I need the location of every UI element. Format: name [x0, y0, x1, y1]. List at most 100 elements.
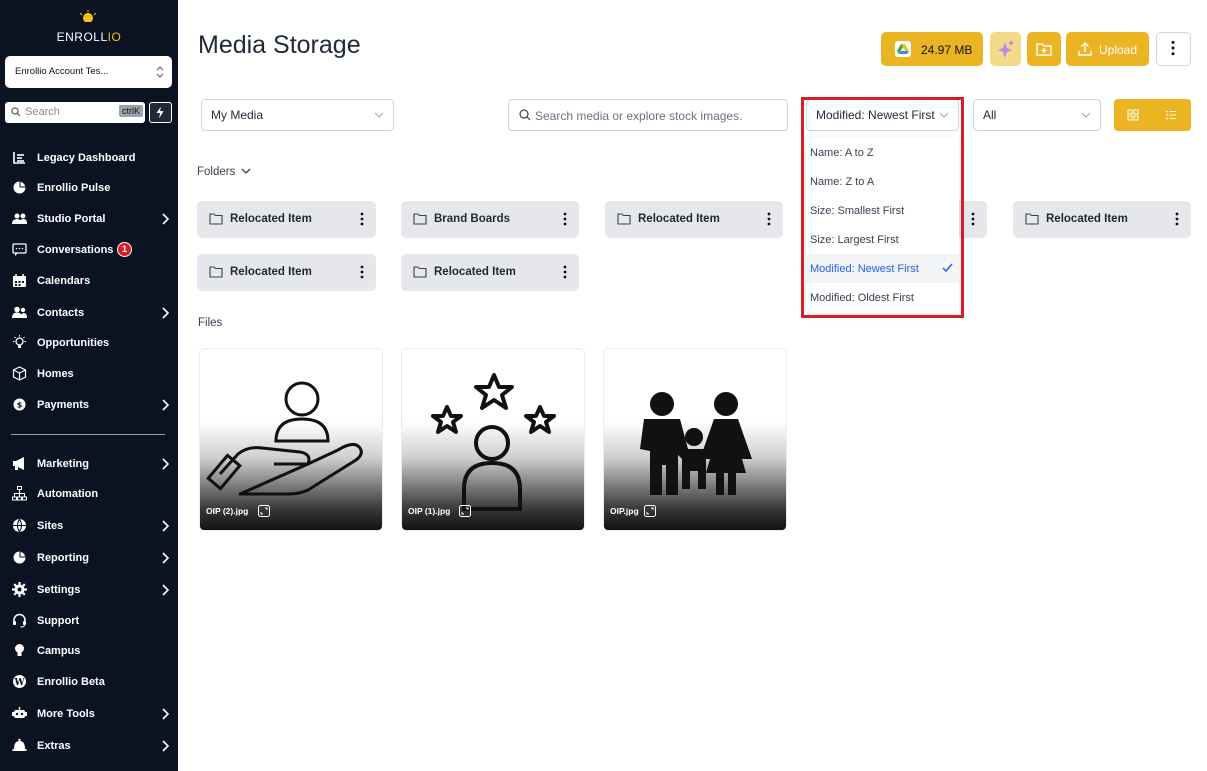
folder-icon	[413, 213, 427, 225]
folder-name: Relocated Item	[434, 266, 516, 278]
chevron-down-icon	[241, 168, 251, 174]
sidebar-item-opportunities[interactable]: Opportunities	[0, 331, 178, 355]
sidebar-item-label: Conversations	[37, 244, 114, 256]
sidebar-item-support[interactable]: Support	[0, 609, 178, 633]
chevron-right-icon	[162, 552, 170, 564]
folder-icon	[413, 266, 427, 278]
hand-person-icon	[206, 381, 363, 496]
pie-chart-icon	[13, 181, 26, 194]
quick-action-button[interactable]	[149, 102, 172, 123]
chevron-right-icon	[162, 708, 170, 720]
folder-card[interactable]: Relocated Item	[197, 201, 376, 238]
kebab-icon[interactable]	[1175, 212, 1179, 226]
media-source-value: My Media	[211, 108, 264, 122]
folder-plus-icon	[1036, 43, 1052, 56]
page-title: Media Storage	[198, 31, 361, 59]
sidebar-search[interactable]: Search ctrlK	[5, 102, 145, 123]
folder-card[interactable]: Relocated Item	[197, 254, 376, 291]
new-folder-button[interactable]	[1027, 32, 1061, 66]
file-name: OIP.jpg	[610, 506, 639, 516]
sidebar-item-enrollio-pulse[interactable]: Enrollio Pulse	[0, 176, 178, 200]
sidebar-item-sites[interactable]: Sites	[0, 514, 178, 538]
ai-sparkle-button[interactable]	[990, 32, 1021, 66]
sidebar-item-label: Campus	[37, 645, 81, 657]
sidebar-item-label: Extras	[37, 740, 71, 752]
kebab-icon[interactable]	[563, 265, 567, 279]
sidebar-item-campus[interactable]: Campus	[0, 639, 178, 663]
chevron-right-icon	[162, 458, 170, 470]
folder-card[interactable]: Relocated Item	[401, 254, 579, 291]
sidebar-item-reporting[interactable]: Reporting	[0, 546, 178, 570]
more-options-button[interactable]	[1156, 32, 1191, 66]
sidebar-item-studio-portal[interactable]: Studio Portal	[0, 207, 178, 231]
search-icon	[11, 107, 21, 117]
storage-button[interactable]: 24.97 MB	[881, 32, 983, 66]
megaphone-icon	[13, 457, 24, 470]
file-card[interactable]: OIP (2).jpg	[199, 348, 383, 531]
folder-card[interactable]: Relocated Item	[1013, 201, 1191, 238]
chevron-right-icon	[162, 520, 170, 532]
list-view-icon[interactable]	[1165, 109, 1177, 121]
sidebar-item-contacts[interactable]: Contacts	[0, 301, 178, 325]
sidebar-item-more-tools[interactable]: More Tools	[0, 702, 178, 726]
expand-icon[interactable]	[258, 505, 270, 517]
type-filter-value: All	[983, 108, 997, 122]
sidebar-item-label: Marketing	[37, 458, 89, 470]
kebab-icon[interactable]	[971, 212, 975, 226]
bell-icon	[12, 738, 27, 751]
family-icon	[640, 392, 752, 495]
kebab-icon[interactable]	[360, 265, 364, 279]
sidebar-item-label: Automation	[37, 488, 99, 500]
expand-icon[interactable]	[644, 505, 656, 517]
folder-card[interactable]: Relocated Item	[605, 201, 783, 238]
folders-label: Folders	[197, 166, 236, 178]
folder-icon	[1025, 213, 1039, 225]
chevron-right-icon	[162, 307, 170, 319]
kebab-icon[interactable]	[767, 212, 771, 226]
kebab-icon[interactable]	[563, 212, 567, 226]
sidebar-item-automation[interactable]: Automation	[0, 482, 178, 506]
highlight-box	[801, 97, 964, 318]
lightning-icon	[156, 106, 164, 119]
sidebar-item-marketing[interactable]: Marketing	[0, 452, 178, 476]
sidebar-item-label: Homes	[37, 368, 74, 380]
file-card[interactable]: OIP (1).jpg	[401, 348, 585, 531]
sidebar-item-enrollio-beta[interactable]: W Enrollio Beta	[0, 670, 178, 694]
logo[interactable]: ENROLLIO	[0, 10, 178, 46]
sidebar-item-extras[interactable]: Extras	[0, 734, 178, 758]
media-source-select[interactable]: My Media	[201, 99, 394, 131]
folder-name: Relocated Item	[638, 213, 720, 225]
google-drive-icon	[895, 41, 911, 57]
type-filter-select[interactable]: All	[973, 99, 1101, 131]
sidebar-item-legacy-dashboard[interactable]: Legacy Dashboard	[0, 146, 178, 170]
sidebar-item-label: Reporting	[37, 552, 89, 564]
folder-name: Relocated Item	[1046, 213, 1128, 225]
grid-view-icon[interactable]	[1127, 109, 1139, 121]
sidebar-item-label: More Tools	[37, 708, 95, 720]
shortcut-hint: ctrlK	[119, 105, 143, 117]
calendar-icon	[13, 274, 26, 287]
media-search-input[interactable]: Search media or explore stock images.	[508, 99, 788, 131]
sidebar-item-conversations[interactable]: Conversations 1	[0, 238, 178, 262]
sidebar-item-payments[interactable]: $ Payments	[0, 393, 178, 417]
kebab-icon[interactable]	[360, 212, 364, 226]
search-icon	[519, 109, 531, 121]
sidebar-item-calendars[interactable]: Calendars	[0, 269, 178, 293]
account-switcher[interactable]: Enrollio Account Tes...	[5, 56, 172, 88]
files-label: Files	[198, 317, 223, 329]
folders-toggle[interactable]: Folders	[197, 166, 251, 178]
folder-card[interactable]: Brand Boards	[401, 201, 579, 238]
expand-icon[interactable]	[459, 505, 471, 517]
sidebar-item-homes[interactable]: Homes	[0, 362, 178, 386]
file-card[interactable]: OIP.jpg	[603, 348, 787, 531]
chevron-right-icon	[162, 213, 170, 225]
file-name: OIP (1).jpg	[408, 506, 451, 516]
upload-button[interactable]: Upload	[1066, 32, 1149, 66]
chevron-up-down-icon	[156, 66, 164, 78]
bulb-logo-icon	[79, 10, 97, 22]
sidebar-item-settings[interactable]: Settings	[0, 578, 178, 602]
folder-name: Relocated Item	[230, 266, 312, 278]
sidebar-item-label: Payments	[37, 399, 89, 411]
robot-icon	[12, 707, 27, 718]
chevron-down-icon	[374, 112, 384, 118]
